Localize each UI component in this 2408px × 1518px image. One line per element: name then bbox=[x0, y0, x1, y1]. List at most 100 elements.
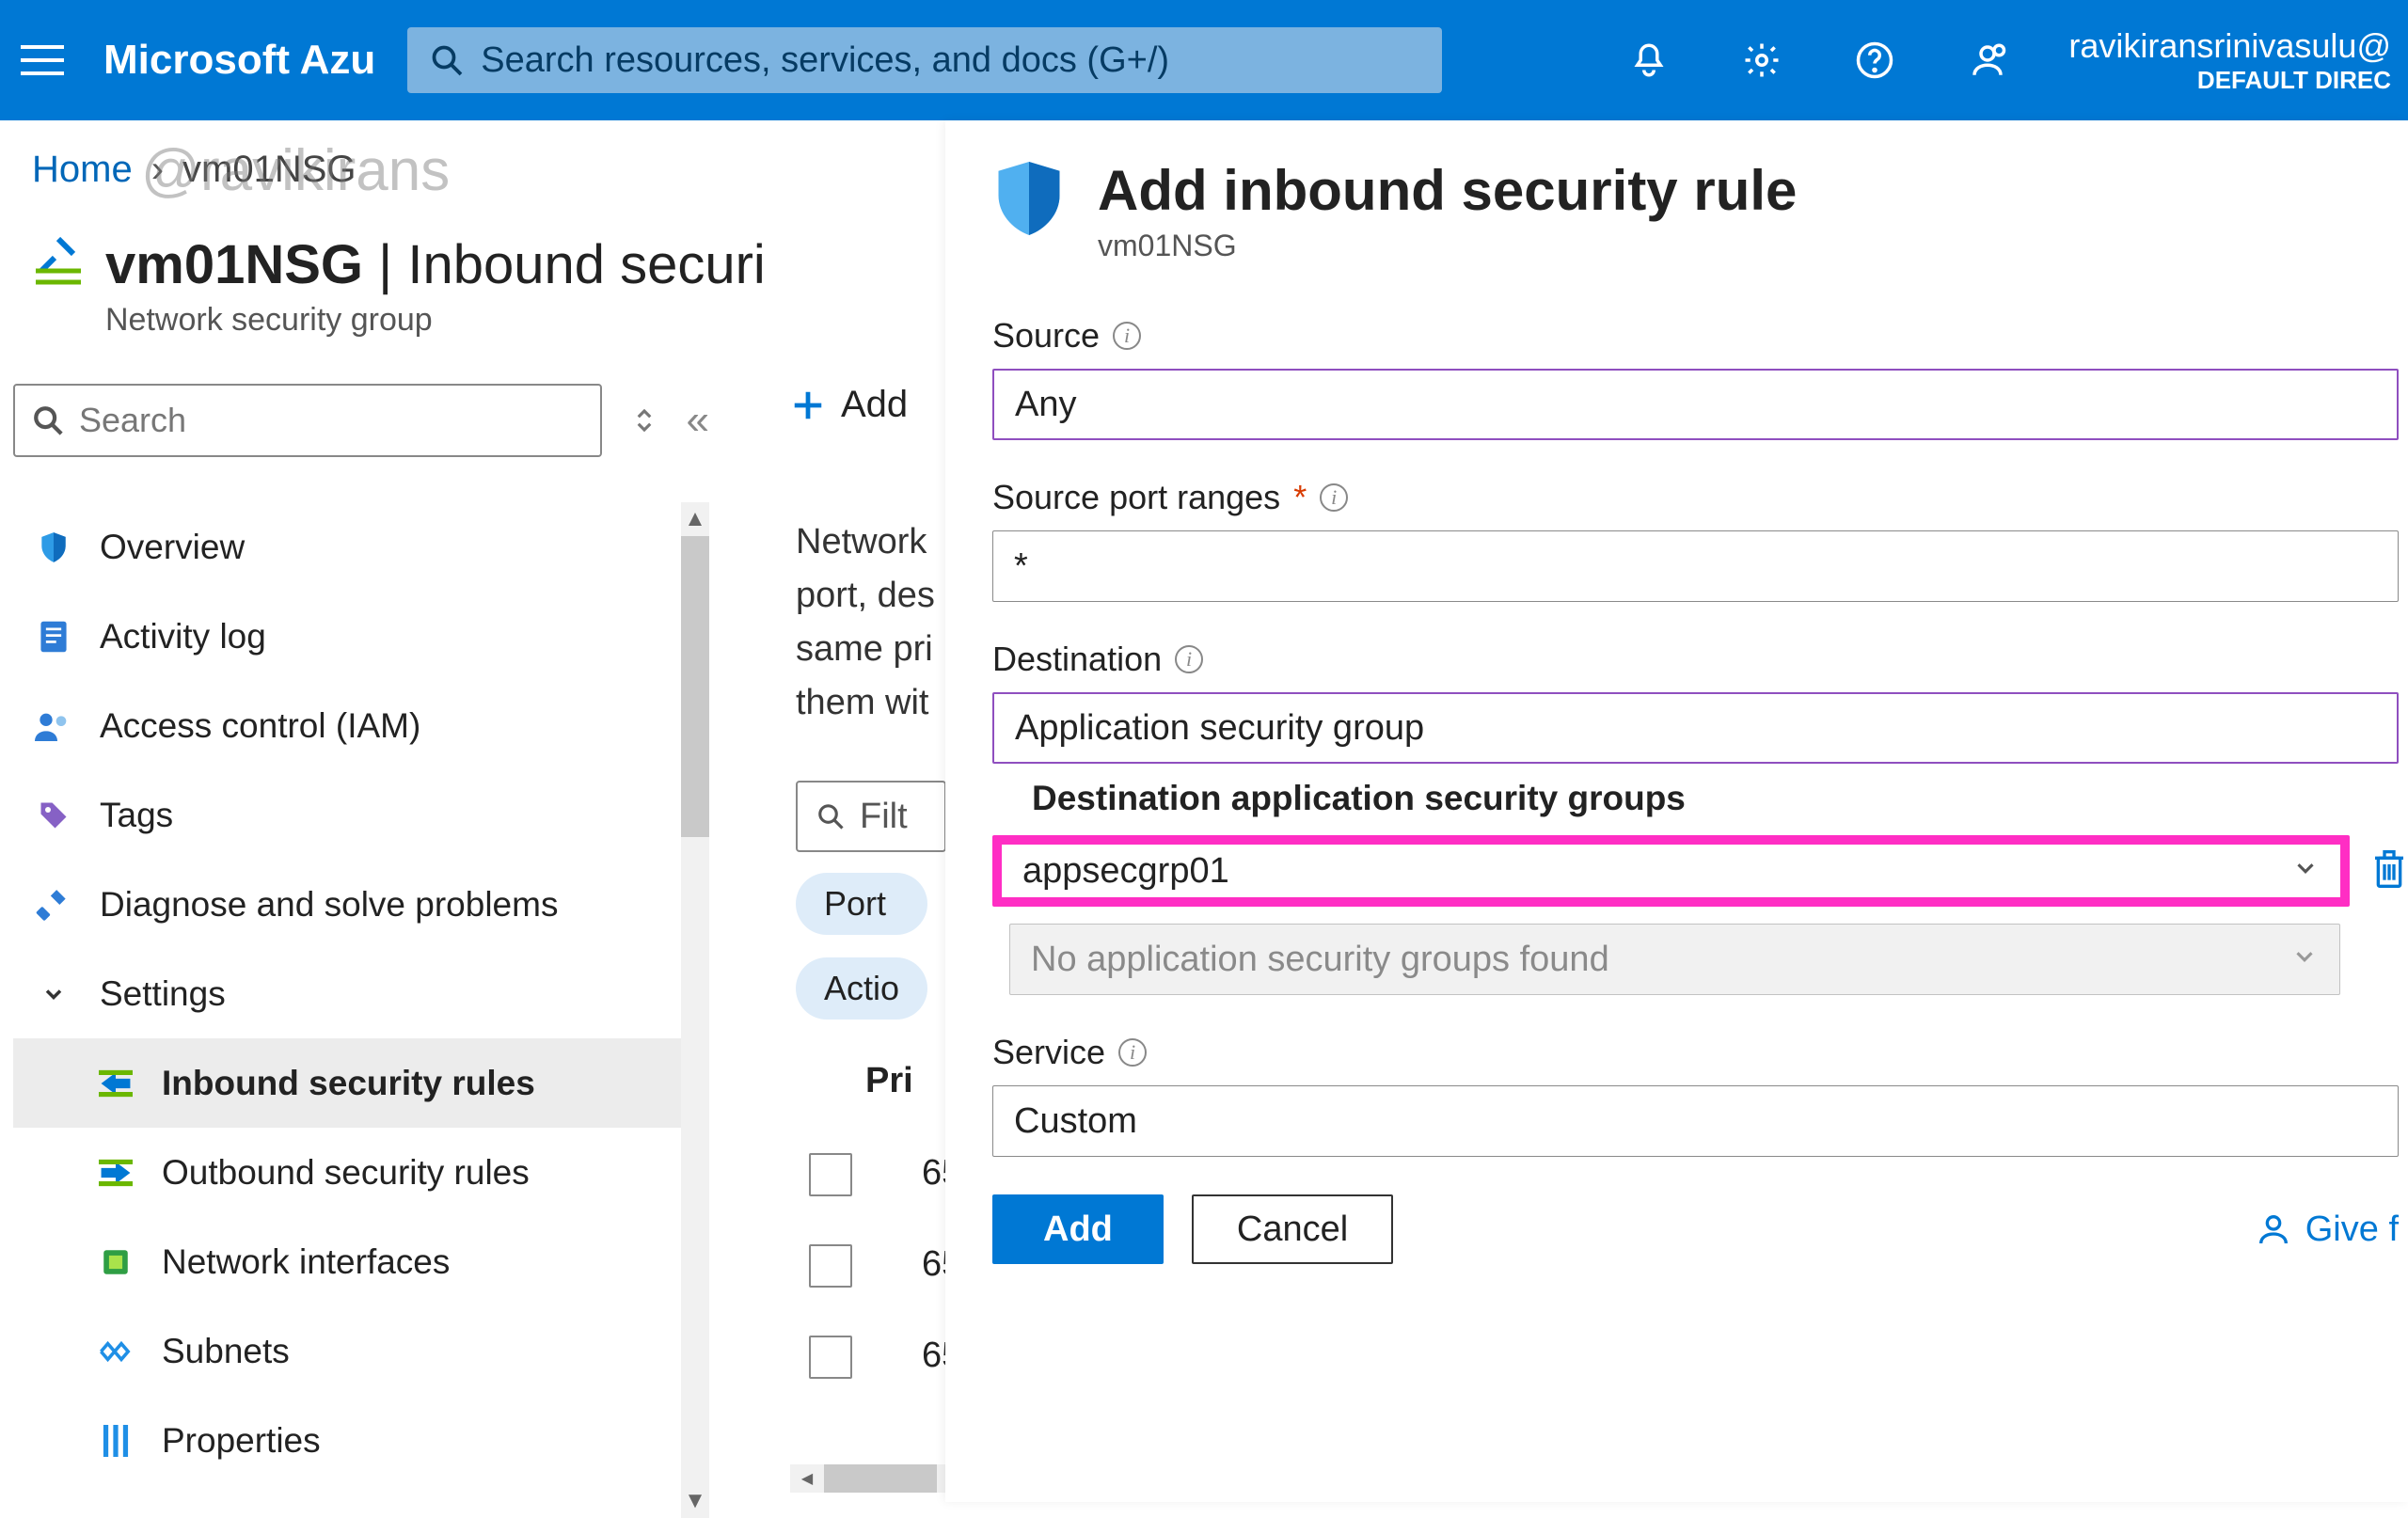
row-checkbox[interactable] bbox=[809, 1153, 852, 1196]
filter-pill-action[interactable]: Actio bbox=[796, 957, 927, 1020]
page-title-main: vm01NSG bbox=[105, 234, 363, 295]
sidebar-search-input[interactable] bbox=[79, 401, 583, 440]
sidebar-search[interactable] bbox=[13, 384, 602, 457]
chevron-down-icon bbox=[2290, 940, 2319, 980]
destination-dropdown[interactable]: Application security group bbox=[992, 692, 2399, 764]
help-icon[interactable] bbox=[1818, 0, 1931, 120]
blade-subtitle: vm01NSG bbox=[1098, 229, 1797, 263]
global-search-input[interactable] bbox=[481, 40, 1419, 81]
add-rule-blade: Add inbound security rule vm01NSG Source… bbox=[945, 120, 2408, 1502]
sidebar-item-subnets[interactable]: Subnets bbox=[13, 1306, 709, 1396]
cancel-button[interactable]: Cancel bbox=[1192, 1194, 1393, 1264]
sidebar-item-label: Inbound security rules bbox=[162, 1064, 535, 1103]
brand-label: Microsoft Azu bbox=[103, 37, 375, 84]
breadcrumb-home[interactable]: Home bbox=[32, 149, 133, 191]
sidebar-item-tags[interactable]: Tags bbox=[13, 770, 709, 860]
row-checkbox[interactable] bbox=[809, 1336, 852, 1379]
filter-input[interactable]: Filt bbox=[796, 781, 946, 852]
field-destination: Destinationi Application security group … bbox=[992, 640, 2408, 995]
sidebar-item-label: Subnets bbox=[162, 1332, 290, 1371]
scroll-up-icon[interactable]: ▲ bbox=[681, 502, 709, 536]
resource-sidebar: « Overview Activity log Access control (… bbox=[13, 384, 709, 1518]
dropdown-value: Any bbox=[1015, 385, 1076, 425]
breadcrumb-current[interactable]: vm01NSG bbox=[182, 149, 356, 191]
sidebar-item-label: Overview bbox=[100, 528, 245, 567]
sidebar-item-inbound-rules[interactable]: Inbound security rules bbox=[13, 1038, 709, 1128]
field-label-text: Destination bbox=[992, 640, 1162, 679]
people-icon bbox=[34, 710, 73, 742]
desc-line: them wit bbox=[796, 676, 965, 730]
filter-pill-port[interactable]: Port bbox=[796, 873, 927, 935]
give-feedback-label: Give f bbox=[2305, 1210, 2399, 1250]
info-icon[interactable]: i bbox=[1175, 645, 1203, 673]
sidebar-item-network-interfaces[interactable]: Network interfaces bbox=[13, 1217, 709, 1306]
source-port-ranges-input[interactable]: * bbox=[992, 530, 2399, 602]
feedback-icon[interactable] bbox=[1931, 0, 2044, 120]
give-feedback-link[interactable]: Give f bbox=[2255, 1210, 2399, 1250]
add-rule-label: Add bbox=[841, 384, 908, 426]
desc-line: port, des bbox=[796, 569, 965, 623]
pill-label: Port bbox=[824, 884, 886, 924]
settings-icon[interactable] bbox=[1705, 0, 1818, 120]
dropdown-value: No application security groups found bbox=[1031, 940, 1609, 980]
delete-asg-button[interactable] bbox=[2370, 848, 2408, 894]
tools-icon bbox=[34, 887, 73, 923]
notifications-icon[interactable] bbox=[1592, 0, 1705, 120]
inbound-icon bbox=[96, 1069, 135, 1098]
sidebar-item-diagnose[interactable]: Diagnose and solve problems bbox=[13, 860, 709, 949]
dropdown-value: Custom bbox=[1014, 1101, 1137, 1142]
subnets-icon bbox=[96, 1337, 135, 1366]
pin-icon[interactable] bbox=[32, 233, 85, 291]
pill-label: Actio bbox=[824, 969, 899, 1008]
topbar-right: ravikiransrinivasulu@ DEFAULT DIREC bbox=[1592, 0, 2408, 120]
info-icon[interactable]: i bbox=[1118, 1038, 1147, 1067]
sidebar-scrollbar[interactable]: ▲ ▼ bbox=[681, 502, 709, 1518]
column-header-priority[interactable]: Pri bbox=[865, 1061, 913, 1101]
sidebar-item-label: Outbound security rules bbox=[162, 1153, 530, 1193]
page-title-rest: Inbound securi bbox=[407, 234, 765, 295]
sidebar-item-access-control[interactable]: Access control (IAM) bbox=[13, 681, 709, 770]
log-icon bbox=[34, 619, 73, 655]
breadcrumb-sep: › bbox=[151, 149, 164, 191]
dropdown-value: Application security group bbox=[1015, 708, 1424, 749]
sidebar-expand-icon[interactable] bbox=[630, 406, 658, 435]
field-source: Sourcei Any bbox=[992, 316, 2408, 440]
info-icon[interactable]: i bbox=[1113, 322, 1141, 350]
source-dropdown[interactable]: Any bbox=[992, 369, 2399, 440]
chevron-down-icon bbox=[34, 981, 73, 1007]
row-checkbox[interactable] bbox=[809, 1244, 852, 1288]
dest-asg-label: Destination application security groups bbox=[1032, 779, 2408, 818]
input-value: * bbox=[1014, 546, 1028, 587]
service-dropdown[interactable]: Custom bbox=[992, 1085, 2399, 1157]
field-service: Servicei Custom bbox=[992, 1033, 2408, 1157]
sidebar-item-overview[interactable]: Overview bbox=[13, 502, 709, 592]
blade-header: Add inbound security rule vm01NSG bbox=[992, 158, 2408, 263]
blade-actions: Add Cancel Give f bbox=[992, 1194, 2408, 1264]
sidebar-item-outbound-rules[interactable]: Outbound security rules bbox=[13, 1128, 709, 1217]
dest-asg-dropdown[interactable]: appsecgrp01 bbox=[992, 835, 2350, 907]
scroll-left-icon[interactable]: ◀ bbox=[790, 1464, 824, 1493]
global-search[interactable] bbox=[407, 27, 1442, 93]
scroll-thumb[interactable] bbox=[824, 1464, 937, 1493]
shield-icon bbox=[992, 158, 1066, 244]
outbound-icon bbox=[96, 1159, 135, 1187]
rules-description: Network port, des same pri them wit bbox=[796, 515, 965, 730]
page-subtitle: Network security group bbox=[105, 302, 766, 339]
page-title-sep: | bbox=[363, 234, 407, 295]
blade-title: Add inbound security rule bbox=[1098, 158, 1797, 223]
sidebar-item-properties[interactable]: Properties bbox=[13, 1396, 709, 1485]
dest-asg-dropdown-empty[interactable]: No application security groups found bbox=[1009, 924, 2340, 995]
desc-line: Network bbox=[796, 515, 965, 569]
scroll-thumb[interactable] bbox=[681, 536, 709, 837]
nic-icon bbox=[96, 1246, 135, 1278]
field-source-port-ranges: Source port ranges * i * bbox=[992, 478, 2408, 602]
scroll-down-icon[interactable]: ▼ bbox=[681, 1484, 709, 1518]
sidebar-item-settings[interactable]: Settings bbox=[13, 949, 709, 1038]
account-user: ravikiransrinivasulu@ bbox=[2068, 26, 2391, 66]
sidebar-collapse-icon[interactable]: « bbox=[687, 397, 709, 444]
info-icon[interactable]: i bbox=[1320, 483, 1348, 512]
sidebar-item-activity-log[interactable]: Activity log bbox=[13, 592, 709, 681]
account-block[interactable]: ravikiransrinivasulu@ DEFAULT DIREC bbox=[2044, 0, 2408, 120]
menu-button[interactable] bbox=[0, 44, 85, 76]
add-button[interactable]: Add bbox=[992, 1194, 1164, 1264]
